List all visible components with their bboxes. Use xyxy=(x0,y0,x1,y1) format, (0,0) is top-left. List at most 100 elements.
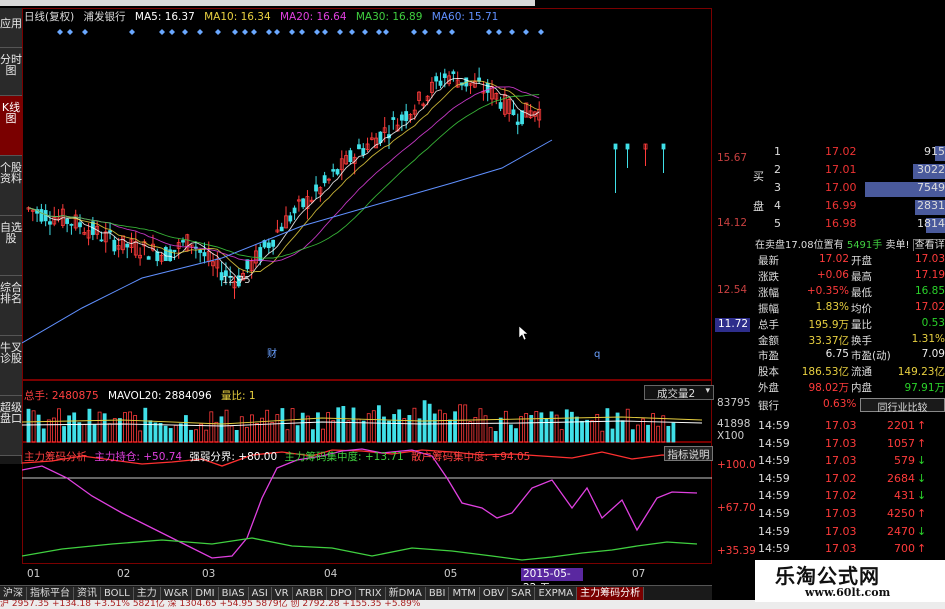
volume-axis-label-2: 41898 xyxy=(717,418,751,430)
volume-bar xyxy=(173,424,178,443)
volume-bar xyxy=(92,424,97,443)
indicator-tab[interactable]: DPO xyxy=(327,587,356,600)
trade-row: 14:59 17.03 2470 ↓ xyxy=(755,525,945,542)
volume-bar xyxy=(514,428,518,443)
quote-row: 总手 195.9万 量比 0.53 xyxy=(755,317,945,331)
volume-bar xyxy=(620,420,625,443)
trade-price: 17.02 xyxy=(825,489,857,503)
orderbook-alert[interactable]: 在卖盘17.08位置有 5491手 卖单! 查看详细 xyxy=(755,236,945,251)
industry-compare-button[interactable]: 同行业比较 xyxy=(860,398,945,414)
event-marker-finance[interactable]: 财 xyxy=(267,347,277,360)
quote-label: 量比 xyxy=(851,318,872,331)
volume-dropdown-label: 成交量2 xyxy=(657,388,696,400)
candle-body xyxy=(39,209,44,222)
indicator-tab[interactable]: ASI xyxy=(248,587,272,600)
candle-body xyxy=(520,110,524,125)
indicator-tab[interactable]: 沪深 xyxy=(0,587,27,600)
volume-bar xyxy=(590,420,595,443)
indicator-tab[interactable]: BIAS xyxy=(218,587,249,600)
arrow-down-icon: ↓ xyxy=(917,454,927,468)
quote-value: 33.37亿 xyxy=(808,334,849,347)
moving-average-lines xyxy=(22,77,553,344)
indicator-tab[interactable]: EXPMA xyxy=(535,587,578,600)
signal-diamond-icon xyxy=(289,29,295,35)
orderbook-row[interactable]: 1 17.02 915 xyxy=(755,145,945,163)
orderbook-row[interactable]: 5 16.98 1814 xyxy=(755,217,945,235)
candle-body xyxy=(399,114,404,121)
sidebar-tab[interactable]: K线图 xyxy=(0,96,22,156)
signal-diamond-icon xyxy=(242,29,248,35)
volume-bar xyxy=(168,428,173,443)
indicator-tab[interactable]: ARBR xyxy=(292,587,328,600)
indicator-tab[interactable]: DMI xyxy=(192,587,219,600)
volume-indicator-dropdown[interactable]: 成交量2 ▾ xyxy=(644,385,714,400)
sidebar-tab[interactable]: 分时图 xyxy=(0,48,22,96)
orderbook-row[interactable]: 2 17.01 3022 xyxy=(755,163,945,181)
indicator-tab[interactable]: W&R xyxy=(160,587,193,600)
alert-detail-link[interactable]: 查看详细 xyxy=(912,239,945,251)
sidebar-tab[interactable]: 应用 xyxy=(0,8,22,48)
sidebar-tab[interactable]: 自选股 xyxy=(0,216,22,276)
quote-label: 市盈(动) xyxy=(851,350,891,363)
ma20-line xyxy=(28,86,540,262)
volume-bar xyxy=(46,419,51,443)
indicator-tab[interactable]: 主力 xyxy=(133,587,161,600)
sidebar-tab[interactable]: 超级盘口 xyxy=(0,396,22,456)
indicator-tab[interactable]: BOLL xyxy=(101,587,134,600)
signal-diamond-icon xyxy=(215,29,221,35)
indicator-tab[interactable]: 指标平台 xyxy=(27,587,74,600)
orderbook-row[interactable]: 3 17.00 7549 xyxy=(755,181,945,199)
indicator-tab[interactable]: SAR xyxy=(508,587,536,600)
volume-bar xyxy=(209,411,214,443)
sidebar-tab[interactable]: 综合排名 xyxy=(0,276,22,336)
signal-diamond-icon xyxy=(376,29,382,35)
quote-label: 金额 xyxy=(758,334,779,347)
sidebar-tab[interactable]: 牛叉诊股 xyxy=(0,336,22,396)
trade-price: 17.03 xyxy=(825,454,857,468)
orderbook-price: 16.99 xyxy=(825,199,857,212)
indicator-tab[interactable]: BBI xyxy=(425,587,450,600)
volume-bar xyxy=(498,417,503,443)
volume-bar xyxy=(580,420,584,443)
quote-value: +0.35% xyxy=(806,284,849,297)
indicator-help-button[interactable]: 指标说明 xyxy=(664,446,713,461)
volume-bar xyxy=(280,408,285,443)
panel-frame xyxy=(22,8,712,380)
orderbook-row[interactable]: 4 16.99 2831 xyxy=(755,199,945,217)
signal-diamond-icon xyxy=(436,29,442,35)
indicator-tab[interactable]: 新DMA xyxy=(385,587,426,600)
volume-bar xyxy=(661,415,666,443)
indicator-tab[interactable]: VR xyxy=(271,587,293,600)
trade-price: 17.03 xyxy=(825,507,857,520)
candle-body xyxy=(181,240,185,243)
signal-markers xyxy=(57,29,544,35)
quote-value: 17.02 xyxy=(914,300,945,313)
volume-bar xyxy=(549,411,554,443)
trade-price: 17.03 xyxy=(825,542,857,556)
candle-body xyxy=(301,198,306,208)
trade-row: 14:59 17.02 2684 ↓ xyxy=(755,472,945,489)
sidebar-tab[interactable]: 个股资料 xyxy=(0,156,22,216)
volume-bar xyxy=(605,408,610,443)
event-marker-q[interactable]: q xyxy=(594,349,600,360)
volume-bar xyxy=(305,415,310,443)
indicator-tab[interactable]: TRIX xyxy=(355,587,386,600)
candle-body xyxy=(172,249,177,252)
indicator-tab[interactable]: MTM xyxy=(449,587,480,600)
indicator-tab[interactable]: OBV xyxy=(479,587,509,600)
candle-body xyxy=(69,223,74,226)
chart-area[interactable]: 12.75 财 q xyxy=(22,8,712,564)
indicator-tab[interactable]: 主力筹码分析 xyxy=(577,587,645,600)
volume-bar xyxy=(635,424,640,443)
volume-bar xyxy=(285,429,290,443)
quote-value: 195.9万 xyxy=(808,318,849,331)
volume-axis-label-1: 83795 xyxy=(717,397,751,409)
volume-bars xyxy=(22,400,703,443)
volume-bar xyxy=(26,408,31,443)
indicator-tab[interactable]: 资讯 xyxy=(74,587,101,600)
volume-bar xyxy=(493,431,498,443)
volume-bar xyxy=(87,408,92,443)
volume-bar xyxy=(62,426,66,443)
trade-row: 14:59 17.03 2201 ↑ xyxy=(755,419,945,436)
quote-panel: 买 盘 1 17.02 915 2 17.01 3022 3 17.00 7549 4 16.99 2… xyxy=(753,143,945,564)
